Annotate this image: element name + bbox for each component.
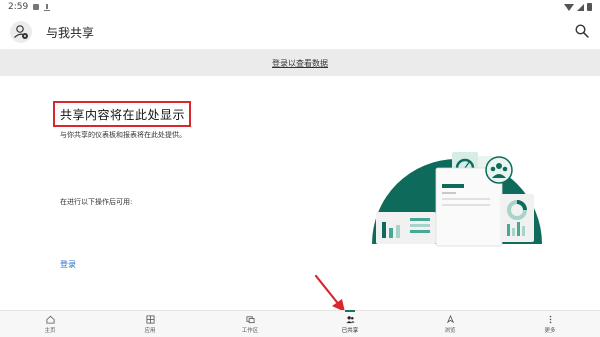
bottom-navigation: 主页 应用 工作区 已共享 浏览 更多 [0,310,600,337]
nav-label: 工作区 [241,327,259,334]
status-left: 2:59 [8,2,51,12]
more-icon [549,315,551,323]
nav-item-home[interactable]: 主页 [0,311,100,337]
nav-label: 主页 [44,327,56,334]
account-avatar-button[interactable] [10,21,32,43]
nav-item-more[interactable]: 更多 [500,311,600,337]
apps-icon [145,314,155,324]
status-right [564,3,592,11]
account-settings-icon [14,25,28,39]
nav-label: 浏览 [444,327,456,334]
notification-icon [33,4,40,10]
home-icon [45,315,55,324]
signin-banner: 登录以查看数据 [0,50,600,76]
empty-state-description: 与你共享的仪表板和报表将在此处提供。 [60,131,186,139]
nav-label: 应用 [144,327,156,334]
search-button[interactable] [574,23,590,39]
status-bar: 2:59 [0,0,600,14]
status-time: 2:59 [8,2,29,12]
wifi-icon [564,3,574,11]
people-icon [485,156,513,184]
signin-banner-link[interactable]: 登录以查看数据 [272,58,328,69]
empty-state-title: 共享内容将在此处显示 [60,107,186,122]
search-icon [575,24,589,38]
workspaces-icon [245,315,255,323]
shared-icon [345,315,355,323]
sparkle-icon [396,140,408,152]
red-arrow-annotation [314,274,345,312]
page-title: 与我共享 [46,26,95,40]
nav-item-browse[interactable]: 浏览 [400,311,500,337]
nav-item-shared[interactable]: 已共享 [300,310,400,337]
app-bar: 与我共享 [0,14,600,50]
nav-label: 更多 [544,327,556,334]
signal-icon [577,3,584,11]
nav-label: 已共享 [341,327,359,334]
nav-item-apps[interactable]: 应用 [100,311,200,337]
active-tab-indicator [345,310,355,312]
signin-link[interactable]: 登录 [60,259,76,270]
battery-icon [587,3,592,11]
download-icon [44,3,51,11]
sparkle-icon [425,130,439,144]
actions-label: 在进行以下操作后可用: [60,198,133,206]
nav-item-workspaces[interactable]: 工作区 [200,311,300,337]
shared-content-illustration [372,116,542,247]
browse-icon [446,314,454,323]
highlight-box: 共享内容将在此处显示 [53,101,191,127]
sparkle-icon [456,116,478,138]
